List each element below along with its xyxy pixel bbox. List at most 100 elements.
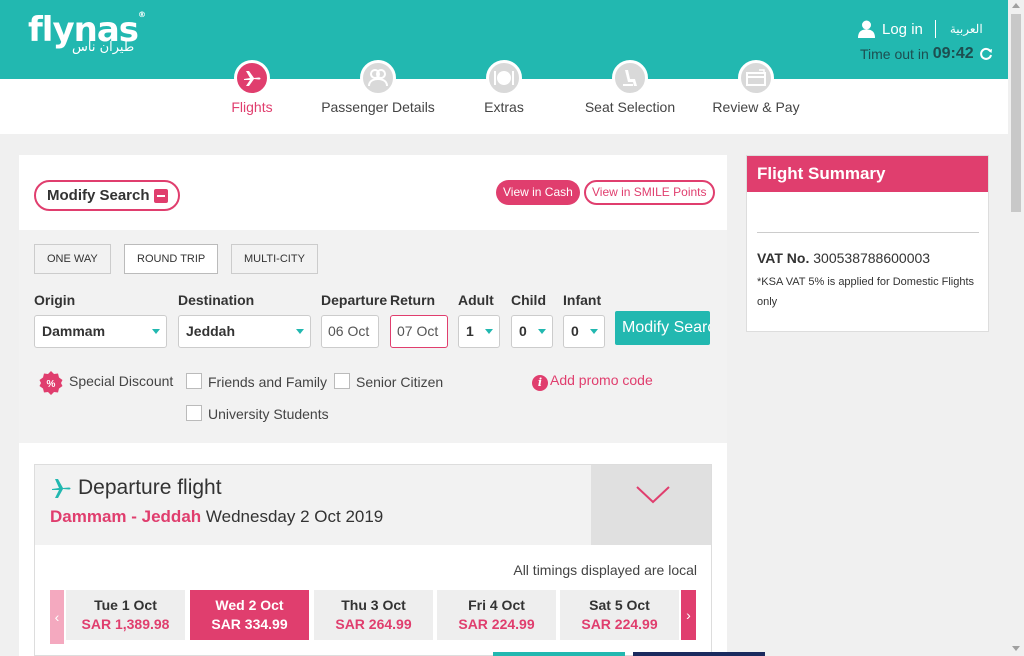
plane-step-icon [234, 60, 270, 96]
fare-option-button[interactable] [493, 652, 625, 656]
svg-text:%: % [47, 379, 56, 390]
header-divider [934, 20, 936, 38]
login-area: Log in العربية [858, 20, 983, 38]
origin-label: Origin [34, 292, 76, 308]
date-carousel: ‹ Tue 1 Oct SAR 1,389.98 Wed 2 Oct SAR 3… [50, 590, 696, 644]
university-students-checkbox[interactable] [186, 405, 202, 421]
flight-summary-title: Flight Summary [747, 156, 988, 192]
friends-family-label[interactable]: Friends and Family [208, 374, 327, 390]
date-tab[interactable]: Tue 1 Oct SAR 1,389.98 [66, 590, 185, 640]
login-link[interactable]: Log in [882, 21, 923, 38]
chevron-down-icon [636, 486, 670, 504]
route-line: Dammam - Jeddah Wednesday 2 Oct 2019 [50, 507, 383, 527]
infant-select[interactable]: 0 [563, 315, 605, 348]
summary-divider [757, 232, 979, 233]
info-icon: i [532, 375, 548, 391]
one-way-button[interactable]: ONE WAY [34, 244, 111, 274]
step-flights[interactable]: Flights [187, 60, 317, 115]
step-extras[interactable]: Extras [439, 60, 569, 115]
flynas-logo-arabic: طيران ناس [72, 40, 135, 55]
passengers-icon [360, 60, 396, 96]
departure-title: Departure flight [78, 476, 222, 499]
chevron-right-icon[interactable]: › [681, 590, 696, 640]
child-value: 0 [519, 323, 527, 339]
chevron-down-icon [296, 329, 304, 334]
vat-number: VAT No. 300538788600003 [757, 250, 930, 266]
timeout-value: 09:42 [932, 45, 974, 62]
step-seat-selection[interactable]: Seat Selection [565, 60, 695, 115]
date-tab-price: SAR 224.99 [581, 616, 658, 632]
date-tab-day: Sat 5 Oct [589, 597, 650, 613]
origin-value: Dammam [42, 323, 106, 339]
infant-value: 0 [571, 323, 579, 339]
vat-label: VAT No. [757, 250, 810, 266]
destination-select[interactable]: Jeddah [178, 315, 311, 348]
step-label: Seat Selection [584, 99, 676, 115]
route-cities: Dammam - Jeddah [50, 507, 202, 526]
search-form: ONE WAY ROUND TRIP MULTI-CITY Origin Des… [19, 230, 727, 443]
view-in-smile-points-button[interactable]: View in SMILE Points [584, 180, 715, 205]
date-tab-selected[interactable]: Wed 2 Oct SAR 334.99 [190, 590, 309, 640]
vat-value: 300538788600003 [813, 250, 931, 266]
chevron-left-icon[interactable]: ‹ [50, 590, 64, 644]
chevron-down-icon [538, 329, 546, 334]
scroll-down-arrow-icon[interactable] [1012, 646, 1020, 651]
special-discount-label: Special Discount [69, 373, 174, 389]
date-tab-price: SAR 1,389.98 [81, 616, 170, 632]
date-tab-day: Wed 2 Oct [215, 597, 284, 613]
date-tab[interactable]: Fri 4 Oct SAR 224.99 [437, 590, 556, 640]
adult-label: Adult [458, 292, 494, 308]
view-in-cash-button[interactable]: View in Cash [496, 180, 580, 205]
step-label: Passenger Details [321, 99, 435, 115]
scrollbar-thumb[interactable] [1011, 14, 1021, 212]
infant-label: Infant [563, 292, 602, 308]
destination-value: Jeddah [186, 323, 236, 339]
departure-label: Departure [321, 292, 388, 308]
modify-search-toggle[interactable]: Modify Search [34, 180, 180, 211]
route-date: Wednesday 2 Oct 2019 [205, 507, 384, 526]
user-icon[interactable] [858, 20, 875, 38]
fare-option-button[interactable] [633, 652, 765, 656]
flight-summary-panel: Flight Summary VAT No. 300538788600003 *… [746, 155, 989, 332]
step-passenger-details[interactable]: Passenger Details [313, 60, 443, 115]
modify-search-submit-button[interactable]: Modify Search [615, 311, 710, 345]
session-timeout: Time out in 09:42 [860, 45, 993, 63]
date-tab[interactable]: Sat 5 Oct SAR 224.99 [560, 590, 679, 640]
chevron-down-icon [590, 329, 598, 334]
vat-note: *KSA VAT 5% is applied for Domestic Flig… [757, 276, 975, 308]
timeout-label: Time out in [860, 46, 929, 62]
adult-select[interactable]: 1 [458, 315, 500, 348]
departure-collapse-toggle[interactable] [591, 465, 711, 545]
date-tab-price: SAR 264.99 [335, 616, 412, 632]
friends-family-checkbox[interactable] [186, 373, 202, 389]
child-select[interactable]: 0 [511, 315, 553, 348]
adult-value: 1 [466, 323, 474, 339]
date-tab-day: Thu 3 Oct [341, 597, 406, 613]
page-scrollbar[interactable] [1008, 0, 1024, 656]
chevron-down-icon [485, 329, 493, 334]
departure-header: Departure flight Dammam - Jeddah Wednesd… [35, 465, 711, 545]
origin-select[interactable]: Dammam [34, 315, 167, 348]
date-tab[interactable]: Thu 3 Oct SAR 264.99 [314, 590, 433, 640]
step-label: Flights [231, 99, 273, 115]
step-label: Review & Pay [712, 99, 800, 115]
child-label: Child [511, 292, 546, 308]
return-date-input[interactable]: 07 Oct [390, 315, 448, 348]
senior-citizen-checkbox[interactable] [334, 373, 350, 389]
departure-date-input[interactable]: 06 Oct [321, 315, 379, 348]
modify-search-label: Modify Search [47, 187, 150, 204]
chevron-down-icon [152, 329, 160, 334]
multi-city-button[interactable]: MULTI-CITY [231, 244, 318, 274]
university-students-label[interactable]: University Students [208, 406, 329, 422]
date-tab-price: SAR 224.99 [458, 616, 535, 632]
refresh-icon[interactable] [979, 47, 993, 61]
date-tab-price: SAR 334.99 [211, 616, 288, 632]
add-promo-code-link[interactable]: Add promo code [550, 372, 653, 388]
language-switch-link[interactable]: العربية [950, 22, 983, 36]
round-trip-button[interactable]: ROUND TRIP [124, 244, 219, 274]
senior-citizen-label[interactable]: Senior Citizen [356, 374, 443, 390]
departure-flight-card: Departure flight Dammam - Jeddah Wednesd… [34, 464, 765, 656]
scroll-up-arrow-icon[interactable] [1012, 3, 1020, 8]
plane-icon [52, 479, 71, 498]
step-review-pay[interactable]: Review & Pay [691, 60, 821, 115]
